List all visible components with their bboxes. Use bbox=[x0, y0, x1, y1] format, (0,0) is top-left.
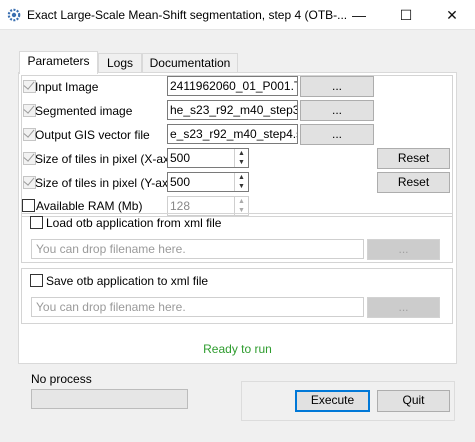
tile-x-spin-arrows[interactable]: ▲ ▼ bbox=[234, 149, 248, 167]
tile-y-value: 500 bbox=[170, 175, 191, 189]
save-xml-field[interactable]: You can drop filename here. bbox=[31, 297, 364, 317]
save-xml-browse-button: ... bbox=[367, 297, 440, 318]
title-bar: Exact Large-Scale Mean-Shift segmentatio… bbox=[0, 0, 475, 30]
save-xml-label: Save otb application to xml file bbox=[46, 274, 209, 288]
load-xml-label: Load otb application from xml file bbox=[46, 216, 222, 230]
spin-up-icon[interactable]: ▲ bbox=[235, 149, 248, 158]
tile-x-label: Size of tiles in pixel (X-axis) bbox=[35, 152, 182, 166]
output-vector-field[interactable]: e_s23_r92_m40_step4.shp bbox=[167, 124, 298, 144]
ram-label: Available RAM (Mb) bbox=[36, 199, 143, 213]
load-xml-browse-button: ... bbox=[367, 239, 440, 260]
tab-logs[interactable]: Logs bbox=[98, 53, 142, 73]
minimize-button[interactable]: — bbox=[336, 0, 382, 30]
execute-button[interactable]: Execute bbox=[295, 390, 370, 412]
tab-documentation[interactable]: Documentation bbox=[142, 53, 238, 73]
close-button[interactable]: ✕ bbox=[429, 0, 475, 30]
app-gear-icon bbox=[7, 8, 21, 22]
process-label: No process bbox=[31, 372, 92, 386]
load-xml-checkbox[interactable] bbox=[30, 216, 43, 229]
spin-up-icon: ▲ bbox=[238, 198, 245, 205]
tile-x-spinbox[interactable]: 500 ▲ ▼ bbox=[167, 148, 249, 168]
quit-button[interactable]: Quit bbox=[377, 390, 450, 412]
save-xml-checkbox[interactable] bbox=[30, 274, 43, 287]
segmented-image-field[interactable]: he_s23_r92_m40_step3.tif bbox=[167, 100, 298, 120]
tab-parameters[interactable]: Parameters bbox=[19, 51, 98, 74]
spin-down-icon[interactable]: ▼ bbox=[235, 158, 248, 167]
tile-y-spinbox[interactable]: 500 ▲ ▼ bbox=[167, 172, 249, 192]
tile-y-reset-button[interactable]: Reset bbox=[377, 172, 450, 193]
ram-checkbox[interactable] bbox=[22, 199, 35, 212]
tile-y-label: Size of tiles in pixel (Y-axis) bbox=[35, 176, 181, 190]
window-title: Exact Large-Scale Mean-Shift segmentatio… bbox=[27, 8, 348, 22]
spin-up-icon[interactable]: ▲ bbox=[235, 173, 248, 182]
load-xml-field[interactable]: You can drop filename here. bbox=[31, 239, 364, 259]
input-image-label: Input Image bbox=[35, 80, 99, 94]
segmented-image-browse-button[interactable]: ... bbox=[300, 100, 374, 121]
output-vector-browse-button[interactable]: ... bbox=[300, 124, 374, 145]
input-image-browse-button[interactable]: ... bbox=[300, 76, 374, 97]
output-vector-label: Output GIS vector file bbox=[35, 128, 150, 142]
tile-x-value: 500 bbox=[170, 151, 191, 165]
segmented-image-label: Segmented image bbox=[35, 104, 133, 118]
progress-bar bbox=[31, 389, 188, 409]
status-text: Ready to run bbox=[203, 342, 272, 356]
tile-y-spin-arrows[interactable]: ▲ ▼ bbox=[234, 173, 248, 191]
ram-value: 128 bbox=[170, 199, 191, 213]
tile-x-reset-button[interactable]: Reset bbox=[377, 148, 450, 169]
maximize-button[interactable]: ☐ bbox=[383, 0, 429, 30]
input-image-field[interactable]: 2411962060_01_P001.TIF bbox=[167, 76, 298, 96]
spin-down-icon[interactable]: ▼ bbox=[235, 182, 248, 191]
